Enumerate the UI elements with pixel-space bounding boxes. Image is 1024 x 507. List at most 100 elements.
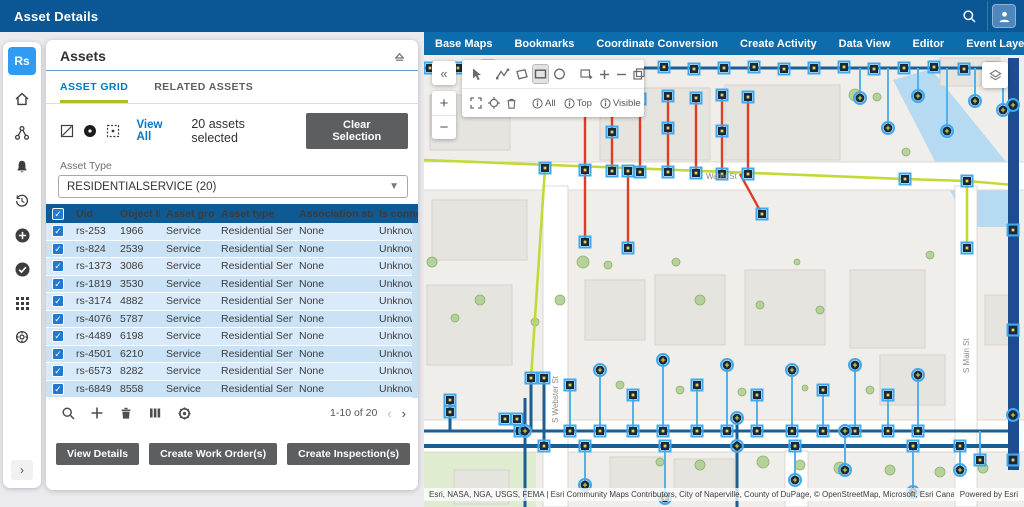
radius-select-icon[interactable] xyxy=(83,124,98,139)
table-row[interactable]: ✓rs-65738282ServiceResidential ServiceNo… xyxy=(46,363,418,381)
pan-to-target-icon[interactable] xyxy=(487,94,501,112)
table-row[interactable]: ✓rs-68498558ServiceResidential ServiceNo… xyxy=(46,381,418,399)
asset-marker[interactable] xyxy=(929,62,940,73)
asset-marker[interactable] xyxy=(818,426,829,437)
polyline-tool-icon[interactable] xyxy=(495,65,510,83)
asset-marker[interactable] xyxy=(962,243,973,254)
row-checkbox[interactable]: ✓ xyxy=(46,243,70,255)
asset-marker[interactable] xyxy=(526,373,537,384)
asset-marker[interactable] xyxy=(809,63,820,74)
asset-marker[interactable] xyxy=(580,441,591,452)
asset-marker[interactable] xyxy=(975,455,986,466)
table-row[interactable]: ✓rs-31744882ServiceResidential ServiceNo… xyxy=(46,293,418,311)
asset-marker[interactable] xyxy=(959,64,970,75)
asset-marker[interactable] xyxy=(689,64,700,75)
create-work-order-s-button[interactable]: Create Work Order(s) xyxy=(149,443,277,465)
row-checkbox[interactable]: ✓ xyxy=(46,383,70,395)
pagination-prev-icon[interactable]: ‹ xyxy=(387,406,391,421)
asset-marker[interactable] xyxy=(839,464,851,476)
asset-marker[interactable] xyxy=(663,123,674,134)
panel-collapse-toggle[interactable]: « xyxy=(432,61,456,85)
map-menu-item-bookmarks[interactable]: Bookmarks xyxy=(503,38,585,50)
table-add-icon[interactable] xyxy=(89,405,105,421)
rectangle-tool-icon[interactable] xyxy=(533,65,548,83)
asset-marker[interactable] xyxy=(722,426,733,437)
column-header-grp[interactable]: Asset group xyxy=(160,208,215,220)
asset-marker[interactable] xyxy=(445,407,456,418)
map-menu-item-coordinate-conversion[interactable]: Coordinate Conversion xyxy=(585,38,729,50)
view-all-link[interactable]: View All xyxy=(136,119,179,143)
create-inspection-s-button[interactable]: Create Inspection(s) xyxy=(287,443,410,465)
asset-marker[interactable] xyxy=(912,90,924,102)
asset-marker[interactable] xyxy=(1008,325,1019,336)
asset-marker[interactable] xyxy=(692,380,703,391)
clear-graphics-trash-icon[interactable] xyxy=(505,94,518,112)
table-row[interactable]: ✓rs-8242539ServiceResidential ServiceNon… xyxy=(46,241,418,259)
pagination-next-icon[interactable]: › xyxy=(402,406,406,421)
row-checkbox[interactable]: ✓ xyxy=(46,225,70,237)
asset-marker[interactable] xyxy=(1007,99,1019,111)
asset-marker[interactable] xyxy=(752,426,763,437)
tab-related-assets[interactable]: RELATED ASSETS xyxy=(154,81,253,103)
asset-marker[interactable] xyxy=(565,380,576,391)
asset-marker[interactable] xyxy=(743,92,754,103)
asset-marker[interactable] xyxy=(539,441,550,452)
duplicate-icon[interactable] xyxy=(632,65,646,83)
asset-marker[interactable] xyxy=(628,426,639,437)
view-details-button[interactable]: View Details xyxy=(56,443,139,465)
home-icon[interactable] xyxy=(8,85,36,113)
asset-type-dropdown[interactable]: RESIDENTIALSERVICE (20) ▼ xyxy=(58,175,408,198)
asset-marker[interactable] xyxy=(660,441,671,452)
map-menu-item-editor[interactable]: Editor xyxy=(901,38,955,50)
extent-select-icon[interactable] xyxy=(106,124,121,139)
table-search-icon[interactable] xyxy=(60,405,76,421)
asset-marker[interactable] xyxy=(692,426,703,437)
asset-marker[interactable] xyxy=(731,440,743,452)
info-all-toggle[interactable]: All xyxy=(530,98,558,109)
row-checkbox[interactable]: ✓ xyxy=(46,260,70,272)
row-checkbox[interactable]: ✓ xyxy=(46,278,70,290)
asset-marker[interactable] xyxy=(789,474,801,486)
asset-marker[interactable] xyxy=(839,425,851,437)
asset-marker[interactable] xyxy=(691,168,702,179)
asset-marker[interactable] xyxy=(883,390,894,401)
column-header-uid[interactable]: Uid xyxy=(70,208,114,220)
table-row[interactable]: ✓rs-44896198ServiceResidential ServiceNo… xyxy=(46,328,418,346)
asset-marker[interactable] xyxy=(1008,455,1019,466)
column-header-oid[interactable]: Object ID xyxy=(114,208,160,220)
pointer-tool-icon[interactable] xyxy=(469,65,483,83)
column-header-typ[interactable]: Asset type xyxy=(215,208,293,220)
history-icon[interactable] xyxy=(8,187,36,215)
asset-marker[interactable] xyxy=(779,64,790,75)
asset-marker[interactable] xyxy=(623,243,634,254)
asset-marker[interactable] xyxy=(954,464,966,476)
select-all-checkbox[interactable]: ✓ xyxy=(46,208,70,220)
asset-marker[interactable] xyxy=(731,412,743,424)
map-menu-item-base-maps[interactable]: Base Maps xyxy=(424,38,503,50)
asset-marker[interactable] xyxy=(500,414,511,425)
asset-marker[interactable] xyxy=(962,176,973,187)
new-selection-icon[interactable] xyxy=(579,65,594,83)
settings-gear-icon[interactable] xyxy=(8,323,36,351)
apps-grid-icon[interactable] xyxy=(8,289,36,317)
info-top-toggle[interactable]: Top xyxy=(562,98,594,109)
row-checkbox[interactable]: ✓ xyxy=(46,313,70,325)
asset-marker[interactable] xyxy=(899,63,910,74)
table-row[interactable]: ✓rs-13733086ServiceResidential ServiceNo… xyxy=(46,258,418,276)
asset-marker[interactable] xyxy=(580,237,591,248)
asset-marker[interactable] xyxy=(913,426,924,437)
zoom-out-button[interactable]: − xyxy=(432,115,456,139)
table-delete-icon[interactable] xyxy=(118,405,134,421)
asset-marker[interactable] xyxy=(719,63,730,74)
app-logo[interactable]: Rs xyxy=(8,47,36,75)
asset-marker[interactable] xyxy=(912,369,924,381)
search-icon[interactable] xyxy=(955,2,983,30)
basemap[interactable]: Water St S Webster St S Main St xyxy=(424,55,1024,507)
map-menu-item-create-activity[interactable]: Create Activity xyxy=(729,38,828,50)
add-circle-icon[interactable] xyxy=(8,221,36,249)
map-canvas[interactable]: Water St S Webster St S Main St « + − xyxy=(424,55,1024,507)
clear-selection-button[interactable]: Clear Selection xyxy=(306,113,408,149)
map-menu-item-data-view[interactable]: Data View xyxy=(828,38,902,50)
basemap-layers-button[interactable] xyxy=(982,62,1008,88)
asset-marker[interactable] xyxy=(717,90,728,101)
